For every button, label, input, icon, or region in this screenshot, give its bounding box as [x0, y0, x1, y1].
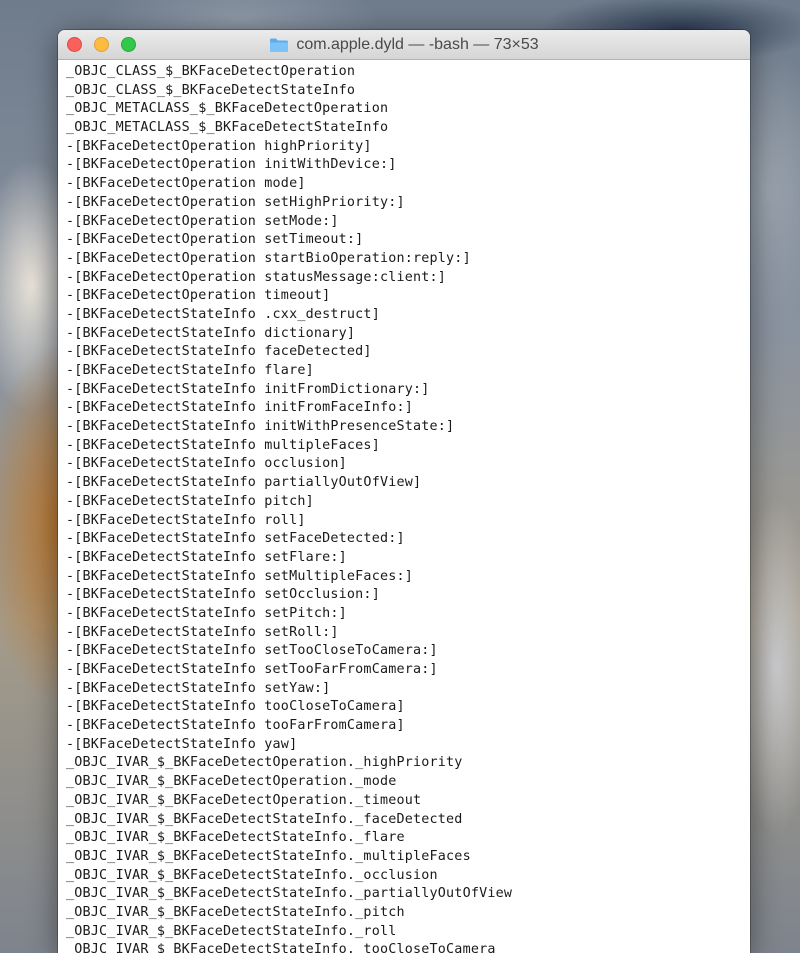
- terminal-line: -[BKFaceDetectStateInfo faceDetected]: [66, 344, 372, 360]
- terminal-line: -[BKFaceDetectOperation setHighPriority:…: [66, 194, 405, 210]
- terminal-line: -[BKFaceDetectStateInfo .cxx_destruct]: [66, 306, 380, 322]
- terminal-line: _OBJC_CLASS_$_BKFaceDetectOperation: [66, 64, 356, 79]
- terminal-line: _OBJC_IVAR_$_BKFaceDetectStateInfo._face…: [66, 811, 463, 827]
- terminal-line: _OBJC_IVAR_$_BKFaceDetectStateInfo._tooC…: [66, 942, 496, 953]
- terminal-line: _OBJC_IVAR_$_BKFaceDetectStateInfo._occl…: [66, 867, 438, 883]
- terminal-line: _OBJC_METACLASS_$_BKFaceDetectStateInfo: [66, 120, 389, 136]
- terminal-line: _OBJC_IVAR_$_BKFaceDetectStateInfo._mult…: [66, 848, 471, 864]
- terminal-line: -[BKFaceDetectStateInfo flare]: [66, 363, 314, 378]
- terminal-line: _OBJC_IVAR_$_BKFaceDetectStateInfo._roll: [66, 923, 397, 939]
- window-titlebar[interactable]: com.apple.dyld — -bash — 73×53: [58, 30, 750, 60]
- terminal-line: _OBJC_IVAR_$_BKFaceDetectOperation._time…: [66, 792, 422, 808]
- terminal-line: _OBJC_IVAR_$_BKFaceDetectOperation._mode: [66, 774, 397, 790]
- terminal-line: -[BKFaceDetectStateInfo initFromDictiona…: [66, 381, 430, 397]
- terminal-line: -[BKFaceDetectStateInfo partiallyOutOfVi…: [66, 475, 422, 491]
- terminal-line: -[BKFaceDetectStateInfo dictionary]: [66, 325, 356, 341]
- terminal-line: -[BKFaceDetectStateInfo yaw]: [66, 736, 298, 752]
- terminal-line: -[BKFaceDetectStateInfo roll]: [66, 512, 306, 528]
- terminal-line: -[BKFaceDetectOperation startBioOperatio…: [66, 250, 471, 266]
- terminal-window[interactable]: com.apple.dyld — -bash — 73×53 _OBJC_CLA…: [58, 30, 750, 953]
- terminal-output[interactable]: _OBJC_CLASS_$_BKFaceDetectOperation _OBJC…: [58, 60, 750, 953]
- terminal-line: _OBJC_IVAR_$_BKFaceDetectStateInfo._pitc…: [66, 904, 405, 920]
- terminal-line: -[BKFaceDetectStateInfo setTooFarFromCam…: [66, 662, 438, 677]
- terminal-line: -[BKFaceDetectStateInfo setTooCloseToCam…: [66, 643, 438, 659]
- terminal-line: _OBJC_IVAR_$_BKFaceDetectOperation._high…: [66, 755, 463, 771]
- terminal-line: -[BKFaceDetectOperation initWithDevice:]: [66, 157, 397, 173]
- terminal-line: -[BKFaceDetectStateInfo setOcclusion:]: [66, 587, 380, 603]
- terminal-line: -[BKFaceDetectStateInfo setYaw:]: [66, 680, 331, 696]
- terminal-line: _OBJC_IVAR_$_BKFaceDetectStateInfo._part…: [66, 886, 513, 902]
- terminal-line: -[BKFaceDetectOperation setTimeout:]: [66, 232, 364, 248]
- window-title: com.apple.dyld — -bash — 73×53: [296, 35, 539, 53]
- terminal-line: -[BKFaceDetectStateInfo initFromFaceInfo…: [66, 400, 413, 416]
- terminal-line: -[BKFaceDetectStateInfo initWithPresence…: [66, 419, 455, 435]
- terminal-line: -[BKFaceDetectOperation setMode:]: [66, 213, 339, 229]
- terminal-line: -[BKFaceDetectOperation timeout]: [66, 288, 331, 304]
- terminal-line: _OBJC_METACLASS_$_BKFaceDetectOperation: [66, 101, 389, 117]
- terminal-line: -[BKFaceDetectOperation highPriority]: [66, 138, 372, 154]
- terminal-line: -[BKFaceDetectStateInfo setFaceDetected:…: [66, 531, 405, 547]
- terminal-line: -[BKFaceDetectStateInfo setMultipleFaces…: [66, 568, 413, 584]
- terminal-line: -[BKFaceDetectStateInfo pitch]: [66, 493, 314, 509]
- terminal-line: -[BKFaceDetectStateInfo setPitch:]: [66, 605, 347, 621]
- terminal-line: -[BKFaceDetectStateInfo tooCloseToCamera…: [66, 699, 405, 715]
- terminal-line: -[BKFaceDetectStateInfo setRoll:]: [66, 624, 339, 640]
- folder-icon: [269, 37, 289, 53]
- terminal-line: -[BKFaceDetectOperation statusMessage:cl…: [66, 269, 447, 285]
- terminal-line: -[BKFaceDetectStateInfo multipleFaces]: [66, 437, 380, 453]
- window-title-group: com.apple.dyld — -bash — 73×53: [58, 30, 750, 59]
- terminal-line: _OBJC_CLASS_$_BKFaceDetectStateInfo: [66, 82, 356, 98]
- terminal-line: -[BKFaceDetectStateInfo tooFarFromCamera…: [66, 718, 405, 734]
- terminal-line: -[BKFaceDetectOperation mode]: [66, 176, 306, 192]
- terminal-line: _OBJC_IVAR_$_BKFaceDetectStateInfo._flar…: [66, 830, 405, 846]
- terminal-line: -[BKFaceDetectStateInfo occlusion]: [66, 456, 347, 472]
- terminal-line: -[BKFaceDetectStateInfo setFlare:]: [66, 549, 347, 565]
